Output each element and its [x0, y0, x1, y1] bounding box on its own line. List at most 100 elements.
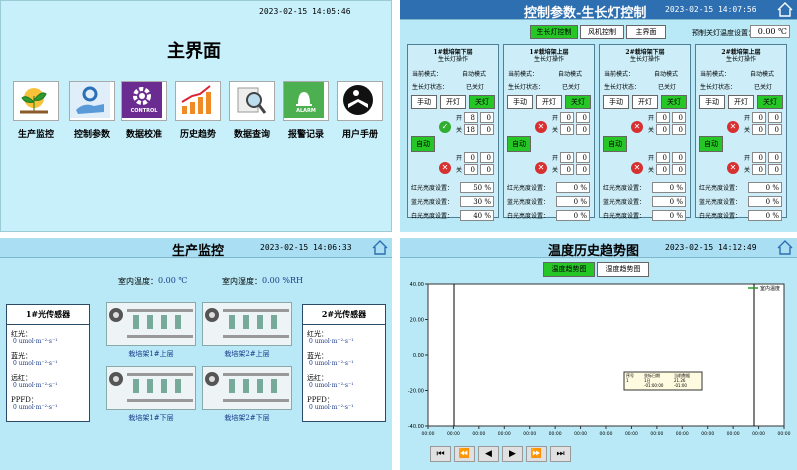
home-icon[interactable] — [372, 240, 388, 255]
minute-input[interactable]: 0 — [672, 152, 686, 163]
plant-icon[interactable] — [13, 81, 59, 121]
blue-brightness-input[interactable]: 0 % — [652, 196, 686, 207]
indoor-temp-label: 室内温度： — [118, 277, 158, 286]
manual-button[interactable]: 手动 — [507, 95, 533, 109]
minute-input[interactable]: 0 — [672, 124, 686, 135]
manual-button[interactable]: 手动 — [699, 95, 725, 109]
blue-brightness-input[interactable]: 30 % — [460, 196, 494, 207]
hour-input[interactable]: 0 — [656, 112, 670, 123]
menu-label[interactable]: 用户手册 — [331, 127, 389, 140]
time-label: 开 — [648, 155, 655, 162]
hour-input[interactable]: 0 — [560, 124, 574, 135]
menu-label[interactable]: 数据查询 — [223, 127, 281, 140]
minute-input[interactable]: 0 — [576, 164, 590, 175]
tab-hum-trend[interactable]: 湿度趋势图 — [597, 262, 649, 277]
light-on-button[interactable]: 开灯 — [536, 95, 562, 109]
hour-input[interactable]: 0 — [560, 152, 574, 163]
alarm-bell-icon[interactable]: ALARM — [283, 81, 329, 121]
hour-input[interactable]: 0 — [560, 164, 574, 175]
auto-button[interactable]: 自动 — [603, 136, 627, 152]
hour-input[interactable]: 0 — [464, 152, 478, 163]
light-on-button[interactable]: 开灯 — [728, 95, 754, 109]
auto-button[interactable]: 自动 — [411, 136, 435, 152]
hour-input[interactable]: 0 — [752, 112, 766, 123]
minute-input[interactable]: 0 — [480, 152, 494, 163]
minute-input[interactable]: 0 — [768, 124, 782, 135]
monitor-datetime: 2023-02-15 14:06:33 — [260, 243, 352, 252]
indoor-hum-label: 室内湿度： — [222, 277, 262, 286]
light-off-button[interactable]: 关灯 — [565, 95, 591, 109]
state-label: 生长灯状态： — [604, 84, 641, 91]
nav-button[interactable]: ⏮ — [430, 446, 451, 462]
light-on-button[interactable]: 开灯 — [632, 95, 658, 109]
time-label: 开 — [456, 115, 463, 122]
red-brightness-input[interactable]: 0 % — [556, 182, 590, 193]
home-icon[interactable] — [777, 240, 793, 255]
tab-temp-trend[interactable]: 温度趋势图 — [543, 262, 595, 277]
menu-label[interactable]: 历史趋势 — [169, 127, 227, 140]
menu-label[interactable]: 控制参数 — [63, 127, 121, 140]
minute-input[interactable]: 0 — [672, 164, 686, 175]
menu-label[interactable]: 生产监控 — [7, 127, 65, 140]
manual-reader-icon[interactable] — [337, 81, 383, 121]
monitor-screen-panel: 生产监控 2023-02-15 14:06:33 室内温度： 0.00 ℃ 室内… — [0, 238, 392, 470]
manual-button[interactable]: 手动 — [603, 95, 629, 109]
auto-button[interactable]: 自动 — [507, 136, 531, 152]
off-temp-input[interactable]: 0.00 ℃ — [750, 25, 790, 38]
nav-button[interactable]: ⏩ — [526, 446, 547, 462]
minute-input[interactable]: 0 — [480, 112, 494, 123]
hour-input[interactable]: 0 — [752, 164, 766, 175]
menu-label[interactable]: 数据校准 — [115, 127, 173, 140]
hour-input[interactable]: 0 — [656, 152, 670, 163]
tab-grow-light[interactable]: 生长灯控制 — [530, 25, 578, 39]
tab-fan[interactable]: 风机控制 — [580, 25, 624, 39]
minute-input[interactable]: 0 — [672, 112, 686, 123]
hour-input[interactable]: 0 — [752, 152, 766, 163]
light-off-button[interactable]: 关灯 — [757, 95, 783, 109]
home-icon[interactable] — [777, 2, 793, 17]
minute-input[interactable]: 0 — [768, 152, 782, 163]
blue-brightness-input[interactable]: 0 % — [556, 196, 590, 207]
hour-input[interactable]: 8 — [464, 112, 478, 123]
minute-input[interactable]: 0 — [576, 124, 590, 135]
menu-label[interactable]: 报警记录 — [277, 127, 335, 140]
hour-input[interactable]: 0 — [656, 124, 670, 135]
magnifier-icon[interactable] — [229, 81, 275, 121]
nav-button[interactable]: ▶ — [502, 446, 523, 462]
minute-input[interactable]: 0 — [576, 112, 590, 123]
nav-button[interactable]: ⏭ — [550, 446, 571, 462]
minute-input[interactable]: 0 — [768, 164, 782, 175]
red-brightness-input[interactable]: 0 % — [748, 182, 782, 193]
hand-gear-icon[interactable] — [69, 81, 115, 121]
red-brightness-input[interactable]: 50 % — [460, 182, 494, 193]
hour-input[interactable]: 0 — [464, 164, 478, 175]
minute-input[interactable]: 0 — [480, 124, 494, 135]
auto-button[interactable]: 自动 — [699, 136, 723, 152]
manual-button[interactable]: 手动 — [411, 95, 437, 109]
hour-input[interactable]: 0 — [656, 164, 670, 175]
hour-input[interactable]: 0 — [560, 112, 574, 123]
trend-chart-icon[interactable] — [175, 81, 221, 121]
light-off-button[interactable]: 关灯 — [469, 95, 495, 109]
red-brightness-input[interactable]: 0 % — [652, 182, 686, 193]
control-gear-icon[interactable]: CONTROL — [121, 81, 167, 121]
white-brightness-input[interactable]: 40 % — [460, 210, 494, 221]
trend-datetime: 2023-02-15 14:12:49 — [665, 243, 757, 252]
hour-input[interactable]: 18 — [464, 124, 478, 135]
minute-input[interactable]: 0 — [768, 112, 782, 123]
nav-button[interactable]: ◀ — [478, 446, 499, 462]
blue-brightness-input[interactable]: 0 % — [748, 196, 782, 207]
nav-button[interactable]: ⏪ — [454, 446, 475, 462]
light-on-button[interactable]: 开灯 — [440, 95, 466, 109]
hour-input[interactable]: 0 — [752, 124, 766, 135]
light-off-button[interactable]: 关灯 — [661, 95, 687, 109]
white-brightness-input[interactable]: 0 % — [556, 210, 590, 221]
white-brightness-input[interactable]: 0 % — [652, 210, 686, 221]
white-brightness-input[interactable]: 0 % — [748, 210, 782, 221]
minute-input[interactable]: 0 — [576, 152, 590, 163]
minute-input[interactable]: 0 — [480, 164, 494, 175]
tab-main[interactable]: 主界面 — [626, 25, 666, 39]
x-tick-label: 00:00 — [752, 431, 765, 437]
legend-label: 室内温度 — [760, 285, 780, 292]
brightness-label: 蓝光亮度设置： — [699, 199, 742, 206]
